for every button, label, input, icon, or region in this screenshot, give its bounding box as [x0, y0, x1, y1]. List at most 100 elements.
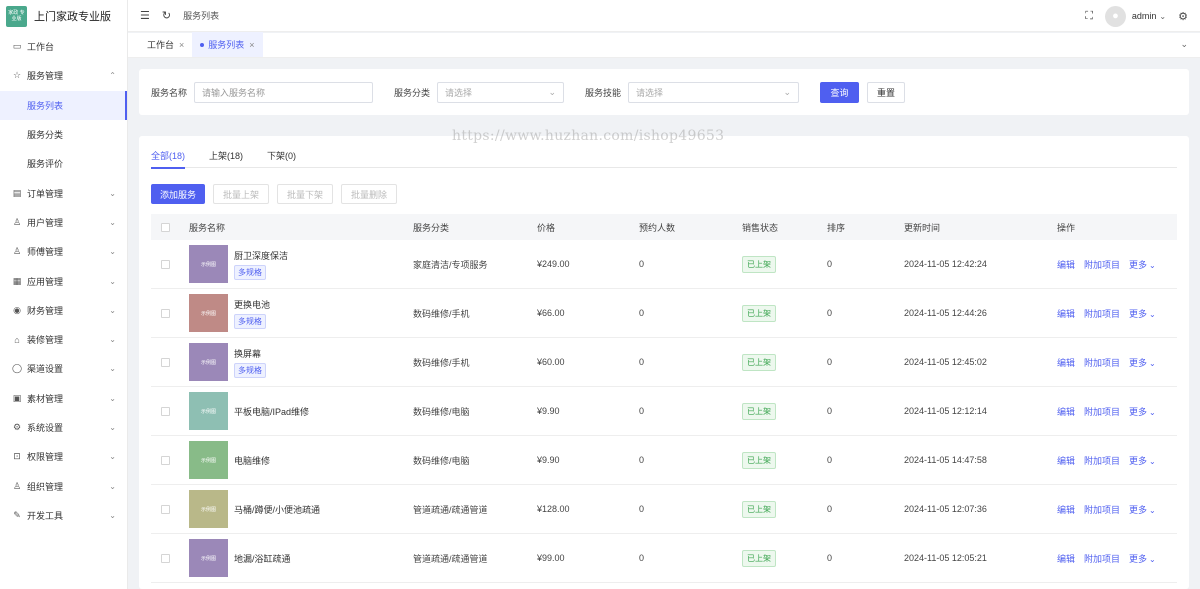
chevron-down-icon[interactable]: ⌄ [1180, 39, 1188, 50]
status-badge: 已上架 [742, 402, 776, 420]
service-skill-select[interactable]: 请选择 ⌄ [628, 81, 800, 103]
reset-button[interactable]: 重置 [867, 81, 906, 103]
sidebar-item[interactable]: ▭ 工作台 [0, 32, 127, 61]
more-dropdown[interactable]: 更多 ⌄ [1129, 454, 1156, 467]
breadcrumb: 服务列表 [183, 11, 220, 21]
sidebar-subitem[interactable]: 服务评价 [0, 149, 127, 178]
sidebar-item[interactable]: ◉ 财务管理 ⌄ [0, 296, 127, 325]
chat-icon: ◯ [11, 363, 23, 374]
booking-count: 0 [639, 504, 645, 514]
sidebar-item[interactable]: ♙ 组织管理 ⌄ [0, 471, 127, 500]
sidebar-subitem[interactable]: 服务分类 [0, 120, 127, 149]
tab-label: 工作台 [147, 40, 175, 50]
batch-off-shelf-button[interactable]: 批量下架 [277, 184, 334, 204]
edit-link[interactable]: 编辑 [1057, 307, 1075, 320]
service-name: 更换电池 [234, 299, 271, 310]
more-dropdown[interactable]: 更多 ⌄ [1129, 356, 1156, 369]
sidebar-item-label: 订单管理 [27, 188, 64, 199]
service-category-select[interactable]: 请选择 ⌄ [437, 81, 565, 103]
close-icon[interactable]: × [249, 40, 254, 50]
sidebar-item-label: 师傅管理 [27, 247, 64, 258]
service-name-input[interactable]: 请输入服务名称 [194, 81, 374, 103]
sidebar-item[interactable]: ⌂ 装修管理 ⌄ [0, 325, 127, 354]
refresh-icon[interactable]: ↻ [162, 9, 171, 22]
status-badge: 已上架 [742, 500, 776, 518]
row-checkbox[interactable] [161, 553, 170, 563]
chevron-down-icon[interactable]: ⌄ [1159, 12, 1166, 21]
addon-link[interactable]: 附加项目 [1084, 356, 1120, 369]
sidebar-item-label: 开发工具 [27, 510, 64, 521]
sidebar-item[interactable]: ⚙ 系统设置 ⌄ [0, 413, 127, 442]
addon-link[interactable]: 附加项目 [1084, 454, 1120, 467]
close-icon[interactable]: × [179, 40, 184, 50]
addon-link[interactable]: 附加项目 [1084, 552, 1120, 565]
sidebar-item[interactable]: ✎ 开发工具 ⌄ [0, 501, 127, 530]
row-checkbox[interactable] [161, 259, 170, 269]
batch-delete-button[interactable]: 批量删除 [341, 184, 398, 204]
edit-link[interactable]: 编辑 [1057, 503, 1075, 516]
service-list-card: 全部(18) 上架(18) 下架(0) 添加服务 批量上架 批量下架 批量删除 … [139, 136, 1189, 589]
sidebar-item[interactable]: ▦ 应用管理 ⌄ [0, 266, 127, 295]
edit-link[interactable]: 编辑 [1057, 258, 1075, 271]
tab-all[interactable]: 全部(18) [151, 148, 186, 169]
top-bar: ☰ ↻ 服务列表 ⛶ ● admin ⌄ ⚙ [128, 0, 1200, 32]
edit-link[interactable]: 编辑 [1057, 552, 1075, 565]
add-service-button[interactable]: 添加服务 [151, 184, 206, 204]
batch-on-shelf-button[interactable]: 批量上架 [213, 184, 270, 204]
edit-link[interactable]: 编辑 [1057, 405, 1075, 418]
select-all-checkbox[interactable] [161, 222, 170, 232]
sidebar-item[interactable]: ♙ 师傅管理 ⌄ [0, 237, 127, 266]
chevron-down-icon: ⌄ [783, 86, 792, 97]
sidebar-item[interactable]: ▤ 订单管理 ⌄ [0, 178, 127, 207]
sort-value: 0 [827, 406, 833, 416]
addon-link[interactable]: 附加项目 [1084, 307, 1120, 320]
more-dropdown[interactable]: 更多 ⌄ [1129, 405, 1156, 418]
more-dropdown[interactable]: 更多 ⌄ [1129, 503, 1156, 516]
app-logo[interactable]: 家政 专业版 上门家政专业版 [0, 0, 127, 32]
sidebar-item[interactable]: ☆ 服务管理 ⌃ [0, 61, 127, 90]
more-label: 更多 [1129, 504, 1148, 515]
service-category: 数码维修/手机 [413, 357, 470, 368]
row-checkbox[interactable] [161, 406, 170, 416]
chevron-icon: ⌄ [109, 423, 116, 432]
sidebar-subitem[interactable]: 服务列表 [0, 90, 127, 120]
column-header: 排序 [827, 222, 846, 233]
tab-on-shelf[interactable]: 上架(18) [209, 148, 243, 168]
row-checkbox[interactable] [161, 504, 170, 514]
sidebar-item[interactable]: ⊡ 权限管理 ⌄ [0, 442, 127, 471]
row-checkbox[interactable] [161, 308, 170, 318]
more-label: 更多 [1129, 357, 1148, 368]
image-icon: ▣ [12, 392, 22, 403]
updated-time: 2024-11-05 14:47:58 [904, 455, 987, 465]
booking-count: 0 [639, 259, 645, 269]
menu-fold-icon[interactable]: ☰ [140, 9, 150, 22]
sidebar-item[interactable]: ♙ 用户管理 ⌄ [0, 208, 127, 237]
row-checkbox[interactable] [161, 455, 170, 465]
tab-off-shelf[interactable]: 下架(0) [267, 148, 296, 168]
search-button[interactable]: 查询 [820, 81, 860, 103]
sidebar-item-label: 工作台 [27, 42, 55, 53]
sidebar-item[interactable]: ◯ 渠道设置 ⌄ [0, 354, 127, 383]
chevron-icon: ⌄ [109, 452, 116, 462]
chevron-down-icon: ⌄ [1149, 358, 1156, 368]
addon-link[interactable]: 附加项目 [1084, 503, 1120, 516]
multi-spec-tag: 多规格 [234, 313, 266, 329]
user-name[interactable]: admin [1132, 11, 1157, 21]
avatar[interactable]: ● [1104, 5, 1126, 27]
edit-link[interactable]: 编辑 [1057, 454, 1075, 467]
more-dropdown[interactable]: 更多 ⌄ [1129, 307, 1156, 320]
tab-workbench[interactable]: 工作台 × [139, 32, 192, 57]
more-dropdown[interactable]: 更多 ⌄ [1129, 258, 1156, 271]
addon-link[interactable]: 附加项目 [1084, 258, 1120, 271]
addon-link[interactable]: 附加项目 [1084, 405, 1120, 418]
fullscreen-icon[interactable]: ⛶ [1085, 10, 1093, 23]
more-dropdown[interactable]: 更多 ⌄ [1129, 552, 1156, 565]
tab-service-list[interactable]: 服务列表 × [192, 32, 263, 57]
sort-value: 0 [827, 259, 833, 269]
gear-icon[interactable]: ⚙ [1178, 10, 1188, 23]
action-bar: 添加服务 批量上架 批量下架 批量删除 [151, 184, 405, 204]
service-price: ¥249.00 [537, 259, 570, 269]
row-checkbox[interactable] [161, 357, 170, 367]
edit-link[interactable]: 编辑 [1057, 356, 1075, 369]
sidebar-item[interactable]: ▣ 素材管理 ⌄ [0, 384, 127, 413]
